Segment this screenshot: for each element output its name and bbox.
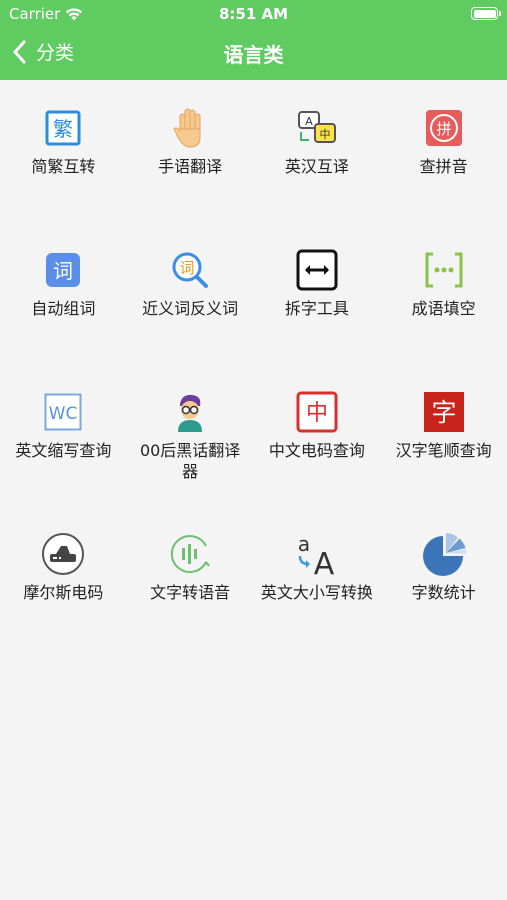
tool-item-split-char[interactable]: 拆字工具 xyxy=(254,222,381,364)
tool-item-idiom-fill[interactable]: 成语填空 xyxy=(380,222,507,364)
tool-row: 词 自动组词 词 近义词反义词 拆字工具 成语填空 xyxy=(0,222,507,364)
tool-item-synonyms-antonyms[interactable]: 词 近义词反义词 xyxy=(127,222,254,364)
status-bar: Carrier 8:51 AM xyxy=(0,0,507,28)
morse-device-icon xyxy=(41,532,85,576)
tool-item-sign-language[interactable]: 手语翻译 xyxy=(127,80,254,222)
text-to-speech-icon xyxy=(168,532,212,576)
tool-label: 文字转语音 xyxy=(150,583,231,602)
svg-text:中: 中 xyxy=(319,128,330,141)
tool-label: 字数统计 xyxy=(411,583,476,602)
tool-label: 中文电码查询 xyxy=(268,441,365,460)
wc-abbreviation-icon: WC xyxy=(41,390,85,434)
word-search-icon: 词 xyxy=(168,248,212,292)
tool-item-simplified-traditional[interactable]: 繁 简繁互转 xyxy=(0,80,127,222)
svg-text:A: A xyxy=(314,547,335,576)
pie-chart-icon xyxy=(422,532,466,576)
tool-label: 手语翻译 xyxy=(158,157,223,176)
svg-text:字: 字 xyxy=(431,398,456,427)
svg-text:A: A xyxy=(305,115,313,128)
tool-label: 00后黑话翻译器 xyxy=(139,441,241,481)
tool-item-pinyin[interactable]: 拼 查拼音 xyxy=(380,80,507,222)
tool-label: 英汉互译 xyxy=(284,157,349,176)
battery-icon xyxy=(471,7,501,20)
navigation-bar: 分类 语言类 xyxy=(0,28,507,80)
svg-text:拼: 拼 xyxy=(436,120,451,138)
tool-item-auto-words[interactable]: 词 自动组词 xyxy=(0,222,127,364)
tool-row: 繁 简繁互转 手语翻译 A 中 英汉互译 拼 查拼音 xyxy=(0,80,507,222)
svg-text:繁: 繁 xyxy=(53,117,73,141)
top-bar: Carrier 8:51 AM 分类 语言类 xyxy=(0,0,507,80)
tool-label: 自动组词 xyxy=(31,299,96,318)
tool-grid: 繁 简繁互转 手语翻译 A 中 英汉互译 拼 查拼音 词 自动组词 词 近义词反… xyxy=(0,80,507,648)
pinyin-icon: 拼 xyxy=(422,106,466,150)
svg-text:词: 词 xyxy=(53,259,73,283)
clock: 8:51 AM xyxy=(218,5,289,23)
tool-label: 查拼音 xyxy=(419,157,468,176)
bracket-dots-icon xyxy=(422,248,466,292)
tool-row: 摩尔斯电码 文字转语音 a A 英文大小写转换 字数统计 xyxy=(0,506,507,648)
tool-label: 摩尔斯电码 xyxy=(23,583,104,602)
tool-row: WC 英文缩写查询 00后黑话翻译器 中 中文电码查询 字 汉字笔顺查询 xyxy=(0,364,507,506)
tool-item-en-zh-translate[interactable]: A 中 英汉互译 xyxy=(254,80,381,222)
letter-case-icon: a A xyxy=(295,532,339,576)
translate-icon: A 中 xyxy=(295,106,339,150)
svg-text:中: 中 xyxy=(306,401,328,426)
word-icon: 词 xyxy=(41,248,85,292)
tool-label: 近义词反义词 xyxy=(142,299,239,318)
tool-item-stroke-order[interactable]: 字 汉字笔顺查询 xyxy=(380,364,507,506)
svg-text:WC: WC xyxy=(49,404,78,424)
tool-item-morse-code[interactable]: 摩尔斯电码 xyxy=(0,506,127,648)
tool-item-text-to-speech[interactable]: 文字转语音 xyxy=(127,506,254,648)
tool-label: 简繁互转 xyxy=(31,157,96,176)
page-title: 语言类 xyxy=(223,43,284,67)
tool-label: 英文缩写查询 xyxy=(15,441,112,460)
svg-text:a: a xyxy=(298,532,310,556)
svg-text:词: 词 xyxy=(180,259,195,277)
youth-avatar-icon xyxy=(168,390,212,434)
split-arrows-icon xyxy=(295,248,339,292)
tool-label: 成语填空 xyxy=(411,299,476,318)
chinese-code-icon: 中 xyxy=(295,390,339,434)
tool-label: 拆字工具 xyxy=(284,299,349,318)
tool-item-word-count[interactable]: 字数统计 xyxy=(380,506,507,648)
tool-label: 汉字笔顺查询 xyxy=(395,441,492,460)
stroke-order-icon: 字 xyxy=(422,390,466,434)
tool-item-chinese-telecode[interactable]: 中 中文电码查询 xyxy=(254,364,381,506)
tool-item-letter-case[interactable]: a A 英文大小写转换 xyxy=(254,506,381,648)
raised-hand-icon xyxy=(168,106,212,150)
tool-item-abbreviation[interactable]: WC 英文缩写查询 xyxy=(0,364,127,506)
tool-label: 英文大小写转换 xyxy=(260,583,373,602)
traditional-char-icon: 繁 xyxy=(41,106,85,150)
tool-item-slang-translator[interactable]: 00后黑话翻译器 xyxy=(127,364,254,506)
